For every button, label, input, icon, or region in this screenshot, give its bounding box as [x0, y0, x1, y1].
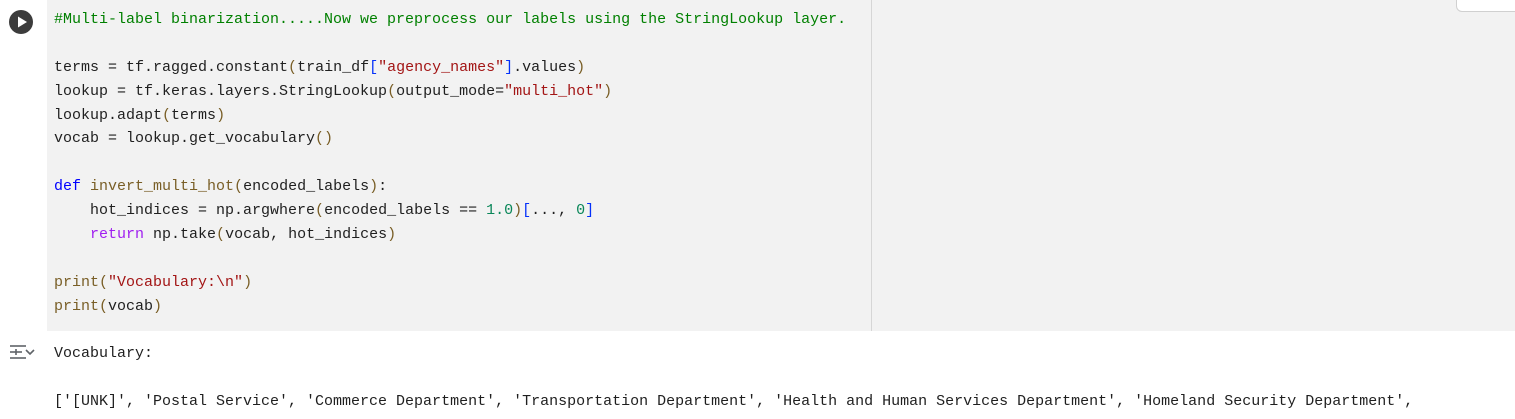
code-token: #Multi-label binarization.....Now we pre…: [54, 11, 847, 28]
code-token: lookup = tf.keras.layers.StringLookup: [54, 82, 388, 100]
code-token: :: [378, 178, 388, 196]
code-token: 1.0: [486, 202, 514, 220]
code-token: ): [369, 178, 379, 196]
line-length-ruler: [871, 0, 872, 331]
output-toggle-button[interactable]: [9, 343, 37, 365]
code-token: (: [99, 273, 109, 291]
code-token: (: [162, 106, 172, 124]
code-token: (: [99, 297, 109, 315]
code-token: 0: [576, 202, 586, 220]
code-token: print: [54, 273, 100, 291]
code-token: "Vocabulary:\n": [108, 273, 244, 291]
code-token: (): [315, 130, 334, 148]
code-token: ): [153, 297, 163, 315]
code-token: ]: [504, 58, 514, 76]
notebook-code-cell: #Multi-label binarization.....Now we pre…: [0, 0, 1515, 419]
code-token: [: [522, 202, 532, 220]
code-token: .values: [513, 58, 577, 76]
code-token: ...,: [531, 202, 577, 220]
code-token: terms: [171, 106, 217, 124]
code-line: return np.take(vocab, hot_indices): [54, 223, 846, 247]
output-line: ['[UNK]', 'Postal Service', 'Commerce De…: [54, 393, 1414, 410]
code-token: def: [54, 178, 91, 196]
code-token: "agency_names": [378, 58, 505, 76]
code-token: lookup.adapt: [54, 106, 163, 124]
code-token: (: [387, 82, 397, 100]
code-token: "multi_hot": [504, 82, 604, 100]
code-token: print: [54, 297, 100, 315]
code-token: ): [387, 226, 397, 244]
code-token: ): [243, 273, 253, 291]
code-token: output_mode=: [396, 82, 505, 100]
cell-gutter: [0, 0, 47, 331]
code-token: encoded_labels: [243, 178, 370, 196]
code-line: hot_indices = np.argwhere(encoded_labels…: [54, 199, 846, 223]
code-token: vocab, hot_indices: [225, 226, 388, 244]
code-token: invert_multi_hot: [90, 178, 235, 196]
cell-toolbar-corner[interactable]: [1456, 0, 1515, 12]
code-token: vocab: [108, 297, 154, 315]
code-token: (: [288, 58, 298, 76]
output-line: Vocabulary:: [54, 345, 154, 362]
output-text: Vocabulary: ['[UNK]', 'Postal Service', …: [54, 342, 1413, 414]
code-token: return: [90, 226, 145, 244]
code-token: [: [369, 58, 379, 76]
code-token: vocab = lookup.get_vocabulary: [54, 130, 316, 148]
code-token: (: [216, 226, 226, 244]
code-token: ): [576, 58, 586, 76]
code-editor[interactable]: #Multi-label binarization.....Now we pre…: [47, 0, 1515, 331]
code-line: lookup.adapt(terms): [54, 104, 846, 128]
code-token: hot_indices = np.argwhere: [54, 202, 316, 220]
code-line: vocab = lookup.get_vocabulary(): [54, 127, 846, 151]
code-token: ]: [585, 202, 595, 220]
code-token: ): [216, 106, 226, 124]
code-line: #Multi-label binarization.....Now we pre…: [54, 8, 846, 32]
code-line: def invert_multi_hot(encoded_labels):: [54, 175, 846, 199]
code-token: ): [603, 82, 613, 100]
play-icon: [18, 16, 27, 28]
code-token: np.take: [144, 226, 217, 244]
code-text[interactable]: #Multi-label binarization.....Now we pre…: [54, 8, 846, 319]
output-toggle-icon: [10, 345, 35, 359]
code-token: (: [315, 202, 325, 220]
code-token: train_df: [297, 58, 370, 76]
code-line: lookup = tf.keras.layers.StringLookup(ou…: [54, 80, 846, 104]
code-line: print("Vocabulary:\n"): [54, 271, 846, 295]
code-line: print(vocab): [54, 295, 846, 319]
code-token: (: [234, 178, 244, 196]
code-token: ): [513, 202, 523, 220]
code-line: terms = tf.ragged.constant(train_df["age…: [54, 56, 846, 80]
run-cell-button[interactable]: [9, 10, 33, 34]
cell-output: Vocabulary: ['[UNK]', 'Postal Service', …: [0, 331, 1515, 419]
code-token: terms = tf.ragged.constant: [54, 58, 289, 76]
code-token: encoded_labels ==: [324, 202, 487, 220]
